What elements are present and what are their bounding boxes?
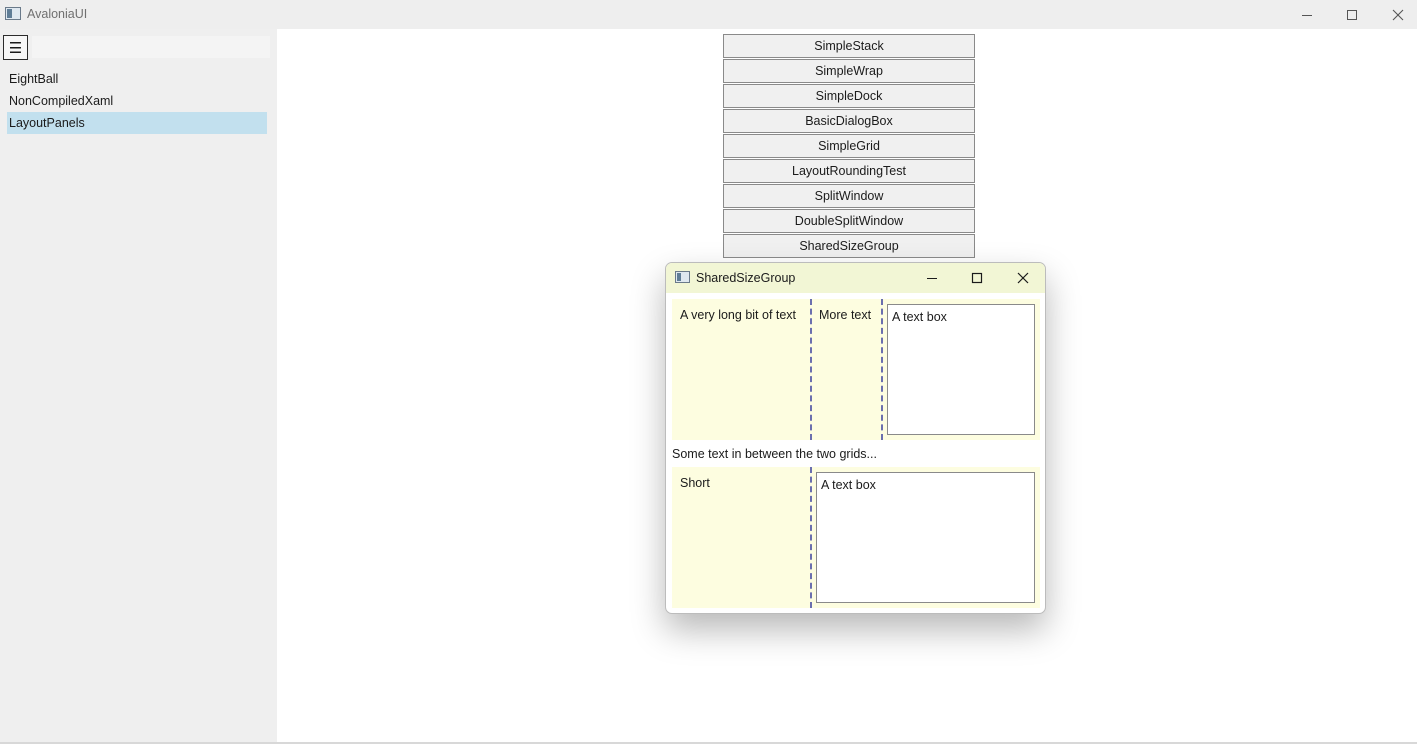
window-title: AvaloniaUI <box>27 7 88 21</box>
menu-toggle-button[interactable]: ☰ <box>3 35 28 60</box>
title-bar: AvaloniaUI <box>0 0 1417 29</box>
simple-grid-button[interactable]: SimpleGrid <box>723 134 975 158</box>
shared-size-group-dialog: SharedSizeGroup A very long bit of text … <box>665 262 1046 614</box>
close-icon <box>1017 272 1029 284</box>
grid1-splitter-2[interactable] <box>881 299 883 440</box>
grid2-splitter[interactable] <box>810 467 812 608</box>
maximize-icon <box>1347 9 1357 20</box>
grid2-col1-text: Short <box>680 476 710 490</box>
sidebar: ☰ EightBall NonCompiledXaml LayoutPanels <box>0 29 277 744</box>
sidebar-nav-list: EightBall NonCompiledXaml LayoutPanels <box>7 68 267 134</box>
minimize-button[interactable] <box>1284 0 1330 29</box>
hamburger-icon: ☰ <box>8 39 23 57</box>
dialog-title-bar[interactable]: SharedSizeGroup <box>666 263 1045 293</box>
grid1-col1-text: A very long bit of text <box>680 308 797 322</box>
dialog-close-button[interactable] <box>1001 263 1045 293</box>
grid1-splitter-1[interactable] <box>810 299 812 440</box>
maximize-button[interactable] <box>1329 0 1375 29</box>
split-window-button[interactable]: SplitWindow <box>723 184 975 208</box>
dialog-title: SharedSizeGroup <box>696 271 796 285</box>
grid2-text-box[interactable]: A text box <box>816 472 1035 603</box>
sidebar-item-eightball[interactable]: EightBall <box>7 68 267 90</box>
layout-demo-button-stack: SimpleStack SimpleWrap SimpleDock BasicD… <box>723 34 975 259</box>
simple-wrap-button[interactable]: SimpleWrap <box>723 59 975 83</box>
shared-size-group-button[interactable]: SharedSizeGroup <box>723 234 975 258</box>
sidebar-item-layoutpanels[interactable]: LayoutPanels <box>7 112 267 134</box>
sidebar-search-input[interactable] <box>32 36 270 58</box>
close-button[interactable] <box>1375 0 1417 29</box>
maximize-icon <box>971 272 983 284</box>
dialog-maximize-button[interactable] <box>955 263 999 293</box>
grid1-text-box[interactable]: A text box <box>887 304 1035 435</box>
dialog-minimize-button[interactable] <box>910 263 954 293</box>
simple-stack-button[interactable]: SimpleStack <box>723 34 975 58</box>
close-icon <box>1392 9 1404 20</box>
between-grids-text: Some text in between the two grids... <box>672 447 877 461</box>
dialog-window-icon <box>675 271 690 283</box>
double-split-window-button[interactable]: DoubleSplitWindow <box>723 209 975 233</box>
sidebar-item-noncompiledxaml[interactable]: NonCompiledXaml <box>7 90 267 112</box>
basic-dialog-box-button[interactable]: BasicDialogBox <box>723 109 975 133</box>
layout-rounding-test-button[interactable]: LayoutRoundingTest <box>723 159 975 183</box>
minimize-icon <box>1302 14 1312 16</box>
minimize-icon <box>927 278 937 279</box>
shared-size-grid-2: Short A text box <box>672 467 1040 608</box>
shared-size-grid-1: A very long bit of text More text A text… <box>672 299 1040 440</box>
app-window-icon <box>5 7 21 20</box>
grid1-col2-text: More text <box>819 308 872 322</box>
simple-dock-button[interactable]: SimpleDock <box>723 84 975 108</box>
